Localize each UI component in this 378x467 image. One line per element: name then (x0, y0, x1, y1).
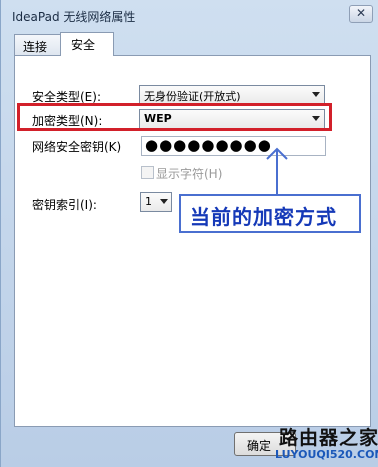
tab-security-label: 安全 (71, 38, 96, 52)
wireless-properties-dialog: IdeaPad 无线网络属性 ✕ 连接 安全 安全类型(E): 无身份验证(开放… (0, 0, 378, 467)
chevron-down-icon (312, 92, 320, 97)
tab-security[interactable]: 安全 (60, 32, 114, 56)
tab-connection-label: 连接 (23, 40, 48, 54)
network-key-label: 网络安全密钥(K) (32, 140, 122, 154)
annotation-callout: 当前的加密方式 (179, 194, 361, 233)
title-bar: IdeaPad 无线网络属性 ✕ (1, 0, 378, 30)
window-title: IdeaPad 无线网络属性 (12, 10, 136, 24)
key-index-select[interactable]: 1 (140, 192, 172, 212)
network-key-value: ●●●●●●●●● (145, 136, 272, 154)
key-index-label: 密钥索引(I): (32, 198, 97, 212)
network-key-field[interactable]: ●●●●●●●●● (141, 136, 326, 156)
show-characters-checkbox[interactable] (141, 166, 154, 179)
security-type-value: 无身份验证(开放式) (144, 90, 241, 103)
arrow-up-icon (266, 147, 288, 197)
close-icon: ✕ (356, 6, 367, 20)
key-index-value: 1 (145, 195, 152, 208)
tab-connection[interactable]: 连接 (14, 34, 62, 56)
watermark-url: LUYOUQI520.COM (275, 448, 378, 461)
callout-text: 当前的加密方式 (190, 205, 337, 229)
close-button[interactable]: ✕ (349, 5, 373, 23)
watermark-logo: 路由器之家 (279, 427, 378, 449)
encryption-highlight-box (17, 103, 332, 131)
security-type-select[interactable]: 无身份验证(开放式) (139, 85, 325, 105)
show-characters-label: 显示字符(H) (156, 167, 223, 181)
chevron-down-icon (160, 199, 168, 204)
ok-button-label: 确定 (247, 439, 272, 453)
